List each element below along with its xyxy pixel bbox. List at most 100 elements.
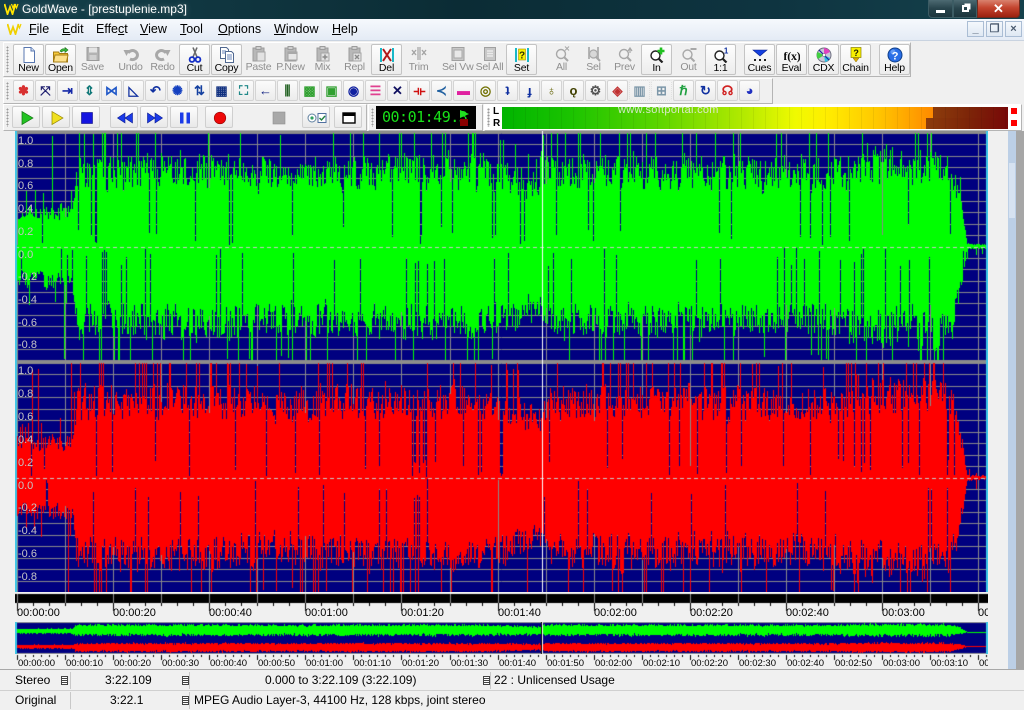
time-warp-button[interactable]: ʇ [497, 80, 518, 101]
delete-button[interactable]: Del [371, 44, 402, 75]
chain-button[interactable]: ? Chain [840, 44, 871, 75]
volume-fade-out-button[interactable]: ǫ [563, 80, 584, 101]
paste-button[interactable]: Paste [243, 44, 274, 75]
cut-button[interactable]: Cut [179, 44, 210, 75]
zoom-out-button[interactable]: Out [673, 44, 704, 75]
zoom-previous-button[interactable]: Prev [609, 44, 640, 75]
copy-button[interactable]: Copy [211, 44, 242, 75]
open-button[interactable]: Open [45, 44, 76, 75]
tempo-button[interactable]: ◕ [739, 80, 760, 101]
status-cell-icon[interactable] [182, 696, 189, 705]
control-properties-button[interactable] [302, 106, 330, 128]
paste-new-button[interactable]: P.New [275, 44, 306, 75]
save-button[interactable]: Save [77, 44, 108, 75]
evaluator-button[interactable]: f(x) Eval [776, 44, 807, 75]
window-close-button[interactable]: ✕ [977, 0, 1020, 18]
mechanize-button[interactable]: ⫼ [277, 80, 298, 101]
overview-waveform[interactable] [15, 622, 988, 654]
cues-button[interactable]: Cues [744, 44, 775, 75]
toolbar-grip[interactable] [371, 108, 374, 127]
fade-button[interactable]: ◺ [123, 80, 144, 101]
play-button[interactable] [12, 106, 40, 128]
status-cell-icon[interactable] [483, 676, 490, 685]
zoom-selection-button[interactable]: Sel [578, 44, 609, 75]
doppler-button[interactable]: ⇕ [79, 80, 100, 101]
menu-options[interactable]: Options [218, 19, 261, 40]
filter-button[interactable]: ⇅ [189, 80, 210, 101]
title-bar[interactable]: GoldWave - [prestuplenie.mp3] ✕ [0, 0, 1024, 19]
stop-button[interactable] [72, 106, 100, 128]
volume-shape-button[interactable]: ▥ [629, 80, 650, 101]
dynamics-button[interactable]: ⋈ [101, 80, 122, 101]
right-peak-indicator-icon[interactable] [1011, 120, 1017, 126]
echo-button[interactable]: ↶ [145, 80, 166, 101]
spectrum-filter-button[interactable]: ▦ [211, 80, 232, 101]
set-selection-button[interactable]: ? Set [506, 44, 537, 75]
overview-canvas[interactable] [15, 622, 988, 654]
new-button[interactable]: New [13, 44, 44, 75]
play-selection-button[interactable] [42, 106, 70, 128]
menu-tool[interactable]: Tool [180, 19, 203, 40]
trim-button[interactable]: Trim [403, 44, 434, 75]
toolbar-grip[interactable] [6, 108, 9, 127]
pan-button[interactable]: ☰ [365, 80, 386, 101]
flanger-button[interactable]: ⛶ [233, 80, 254, 101]
menu-view[interactable]: View [140, 19, 167, 40]
select-view-button[interactable]: Sel Vw [442, 44, 474, 75]
hz-filter-button[interactable]: ℏ [673, 80, 694, 101]
left-peak-indicator-icon[interactable] [1011, 108, 1017, 114]
zoom-1-to-1-button[interactable]: 1 1:1 [705, 44, 736, 75]
zoom-in-button[interactable]: In [641, 44, 672, 75]
window-minimize-button[interactable] [928, 0, 953, 18]
pop-click-button[interactable]: ▣ [321, 80, 342, 101]
volume-match-button[interactable]: ⚙ [585, 80, 606, 101]
document-restore-button[interactable]: ❐ [986, 21, 1003, 37]
waveform-view[interactable]: 1.0 0.8 0.6 0.4 0.2 0.0 -0.2 -0.4 -0.6 -0.8 1.0 0.8… [15, 131, 988, 592]
menu-file[interactable]: File [29, 19, 49, 40]
cd-reader-button[interactable]: CDX [808, 44, 839, 75]
toolbar-grip[interactable] [6, 82, 9, 100]
menu-window[interactable]: Window [274, 19, 318, 40]
pitch-button[interactable]: ✕ [387, 80, 408, 101]
select-all-button[interactable]: Sel All [474, 44, 505, 75]
undo-button[interactable]: Undo [115, 44, 146, 75]
pause-button[interactable] [170, 106, 198, 128]
volume-change-button[interactable]: ɟ [519, 80, 540, 101]
stop-record-button[interactable] [264, 106, 292, 128]
playback-rate-button[interactable]: ⊞ [651, 80, 672, 101]
zoom-all-button[interactable]: All [546, 44, 577, 75]
voice-remove-button[interactable]: ☊ [717, 80, 738, 101]
noise-reduction-button[interactable]: ▩ [299, 80, 320, 101]
document-minimize-button[interactable]: _ [967, 21, 984, 37]
status-cell-icon[interactable] [61, 676, 68, 685]
replace-button[interactable]: Repl [339, 44, 370, 75]
help-button[interactable]: ? Help [879, 44, 910, 75]
record-button[interactable] [205, 106, 233, 128]
status-cell-icon[interactable] [182, 676, 189, 685]
fast-forward-button[interactable] [140, 106, 168, 128]
redo-button[interactable]: Redo [147, 44, 178, 75]
reverse-button[interactable]: ← [255, 80, 276, 101]
auto-gain-button[interactable]: ✽ [13, 80, 34, 101]
equalizer-button[interactable]: ✺ [167, 80, 188, 101]
reverb-button[interactable]: ≺ [431, 80, 452, 101]
smoother-button[interactable]: ◎ [475, 80, 496, 101]
control-window-button[interactable] [334, 106, 362, 128]
mix-button[interactable]: Mix [307, 44, 338, 75]
channel-mixer-button[interactable]: ⤧ [35, 80, 56, 101]
timeline-ruler[interactable]: 00:00:00 00:00:20 00:00:40 00:01:00 00:01:20… [15, 592, 988, 621]
waveform-canvas[interactable] [15, 131, 988, 592]
document-close-button[interactable]: × [1005, 21, 1022, 37]
volume-maximize-button[interactable]: ◈ [607, 80, 628, 101]
document-system-menu-icon[interactable] [7, 23, 22, 35]
menu-effect[interactable]: Effect [96, 19, 128, 40]
toolbar-grip[interactable] [6, 46, 9, 73]
scrollbar-thumb[interactable] [1009, 163, 1015, 218]
compressor-button[interactable]: ⇥ [57, 80, 78, 101]
window-restore-button[interactable] [953, 0, 977, 18]
interpolate-button[interactable]: ↻ [695, 80, 716, 101]
resample-button[interactable]: ⟛ [409, 80, 430, 101]
volume-fade-in-button[interactable]: ♁ [541, 80, 562, 101]
silence-button[interactable]: ▬ [453, 80, 474, 101]
rewind-button[interactable] [110, 106, 138, 128]
